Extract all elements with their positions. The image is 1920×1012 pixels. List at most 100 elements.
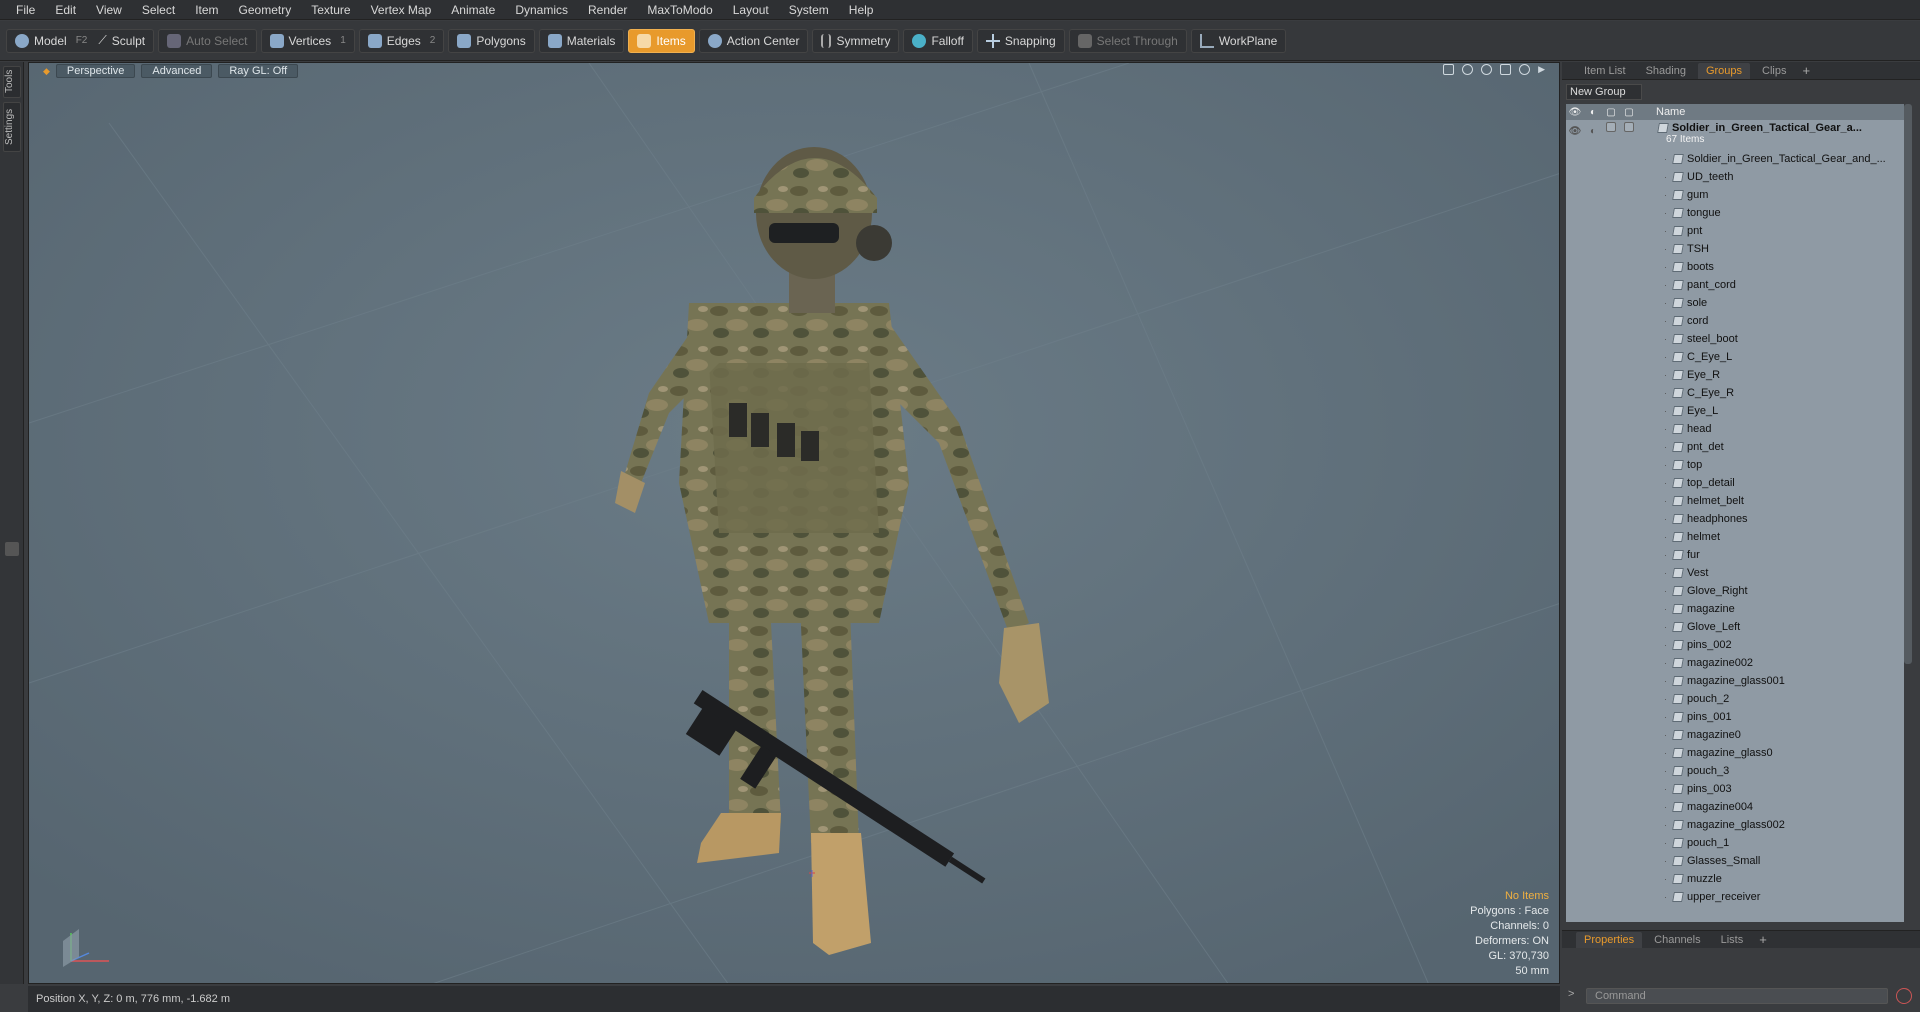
group-item-row[interactable]: · head (1566, 420, 1904, 438)
group-item-row[interactable]: · magazine (1566, 600, 1904, 618)
menu-item[interactable]: Item (185, 0, 228, 20)
render-toggle-icon[interactable] (1584, 780, 1602, 798)
menu-system[interactable]: System (779, 0, 839, 20)
render-toggle-icon[interactable] (1584, 582, 1602, 600)
command-input[interactable]: Command (1586, 988, 1888, 1004)
group-item-row[interactable]: · headphones (1566, 510, 1904, 528)
menu-help[interactable]: Help (839, 0, 884, 20)
visibility-eye-icon[interactable] (1566, 600, 1584, 618)
group-item-row[interactable]: · top (1566, 456, 1904, 474)
render-toggle-icon[interactable] (1584, 888, 1602, 906)
visibility-eye-icon[interactable] (1566, 546, 1584, 564)
visibility-eye-icon[interactable] (1566, 240, 1584, 258)
menu-view[interactable]: View (86, 0, 132, 20)
polygons-button[interactable]: Polygons (448, 28, 535, 53)
group-item-row[interactable]: · pouch_2 (1566, 690, 1904, 708)
falloff-button[interactable]: Falloff (903, 28, 973, 53)
render-toggle-icon[interactable] (1584, 528, 1602, 546)
render-toggle-icon[interactable] (1584, 384, 1602, 402)
group-item-row[interactable]: · pant_cord (1566, 276, 1904, 294)
lock-checkbox[interactable] (1606, 122, 1616, 132)
visibility-eye-icon[interactable] (1566, 492, 1584, 510)
menu-dynamics[interactable]: Dynamics (505, 0, 578, 20)
group-item-row[interactable]: · boots (1566, 258, 1904, 276)
visibility-eye-icon[interactable] (1566, 330, 1584, 348)
group-item-row[interactable]: · pouch_3 (1566, 762, 1904, 780)
render-toggle-icon[interactable] (1584, 366, 1602, 384)
visibility-eye-icon[interactable] (1566, 366, 1584, 384)
visibility-eye-icon[interactable] (1566, 438, 1584, 456)
render-toggle-icon[interactable] (1584, 150, 1602, 168)
render-toggle-icon[interactable] (1584, 294, 1602, 312)
render-toggle-icon[interactable] (1584, 870, 1602, 888)
visibility-eye-icon[interactable] (1566, 474, 1584, 492)
group-item-row[interactable]: · tongue (1566, 204, 1904, 222)
render-toggle-icon[interactable] (1584, 438, 1602, 456)
group-item-row[interactable]: · magazine004 (1566, 798, 1904, 816)
visibility-eye-icon[interactable] (1566, 654, 1584, 672)
group-item-row[interactable]: · pnt_det (1566, 438, 1904, 456)
3d-viewport[interactable]: ◆ Perspective Advanced Ray GL: Off ▶ No … (28, 62, 1560, 984)
gear-icon[interactable] (1519, 64, 1531, 75)
visibility-eye-icon[interactable]: 👁 (1566, 122, 1584, 140)
render-toggle-icon[interactable] (1584, 762, 1602, 780)
render-toggle-icon[interactable] (1584, 744, 1602, 762)
group-item-row[interactable]: · Eye_R (1566, 366, 1904, 384)
render-toggle-icon[interactable] (1584, 546, 1602, 564)
sculpt-mode-button[interactable]: Sculpt (112, 34, 145, 48)
vertices-button[interactable]: Vertices 1 (260, 28, 355, 53)
group-item-row[interactable]: · C_Eye_L (1566, 348, 1904, 366)
visibility-eye-icon[interactable] (1566, 276, 1584, 294)
render-toggle-icon[interactable] (1584, 564, 1602, 582)
render-toggle-icon[interactable] (1584, 402, 1602, 420)
tab-groups[interactable]: Groups (1697, 62, 1751, 79)
tools-tab[interactable]: Tools (3, 66, 21, 98)
group-item-row[interactable]: · magazine0 (1566, 726, 1904, 744)
visibility-eye-icon[interactable] (1566, 834, 1584, 852)
render-toggle-icon[interactable] (1584, 312, 1602, 330)
tab-properties[interactable]: Properties (1576, 931, 1643, 948)
group-item-row[interactable]: · Glasses_Small (1566, 852, 1904, 870)
group-item-row[interactable]: · cord (1566, 312, 1904, 330)
shading-dropdown[interactable]: Advanced (141, 64, 213, 78)
group-root-row[interactable]: 👁 ◐ Soldier_in_Green_Tactical_Gear_a... … (1566, 120, 1904, 150)
group-item-row[interactable]: · pouch_1 (1566, 834, 1904, 852)
command-record-icon[interactable] (1896, 988, 1912, 1004)
group-item-row[interactable]: · pins_001 (1566, 708, 1904, 726)
add-bottom-tab-icon[interactable]: + (1755, 932, 1771, 947)
render-toggle-icon[interactable] (1584, 168, 1602, 186)
visibility-eye-icon[interactable] (1566, 852, 1584, 870)
visibility-eye-icon[interactable] (1566, 348, 1584, 366)
group-item-row[interactable]: · top_detail (1566, 474, 1904, 492)
menu-layout[interactable]: Layout (723, 0, 779, 20)
visibility-eye-icon[interactable] (1566, 582, 1584, 600)
menu-texture[interactable]: Texture (301, 0, 360, 20)
visibility-eye-icon[interactable] (1566, 528, 1584, 546)
raygl-dropdown[interactable]: Ray GL: Off (218, 64, 299, 78)
render-toggle-icon[interactable] (1584, 636, 1602, 654)
visibility-eye-icon[interactable] (1566, 888, 1584, 906)
group-item-row[interactable]: · sole (1566, 294, 1904, 312)
group-item-row[interactable]: · magazine002 (1566, 654, 1904, 672)
group-item-row[interactable]: · UD_teeth (1566, 168, 1904, 186)
render-toggle-icon[interactable] (1584, 834, 1602, 852)
group-item-row[interactable]: · pins_002 (1566, 636, 1904, 654)
render-toggle-icon[interactable]: ◐ (1584, 122, 1602, 140)
visibility-eye-icon[interactable] (1566, 762, 1584, 780)
viewport-expand-icon[interactable]: ▶ (1538, 64, 1545, 75)
groups-scrollbar[interactable] (1904, 104, 1912, 664)
menu-vertex-map[interactable]: Vertex Map (361, 0, 442, 20)
menu-maxtomodo[interactable]: MaxToModo (637, 0, 722, 20)
render-toggle-icon[interactable] (1584, 672, 1602, 690)
visibility-eye-icon[interactable] (1566, 690, 1584, 708)
menu-geometry[interactable]: Geometry (229, 0, 302, 20)
group-item-row[interactable]: · Glove_Left (1566, 618, 1904, 636)
menu-animate[interactable]: Animate (441, 0, 505, 20)
settings-tab[interactable]: Settings (3, 102, 21, 152)
render-toggle-icon[interactable] (1584, 654, 1602, 672)
visibility-eye-icon[interactable] (1566, 672, 1584, 690)
visibility-eye-icon[interactable] (1566, 222, 1584, 240)
menu-file[interactable]: File (6, 0, 45, 20)
visibility-eye-icon[interactable] (1566, 618, 1584, 636)
visibility-eye-icon[interactable] (1566, 168, 1584, 186)
